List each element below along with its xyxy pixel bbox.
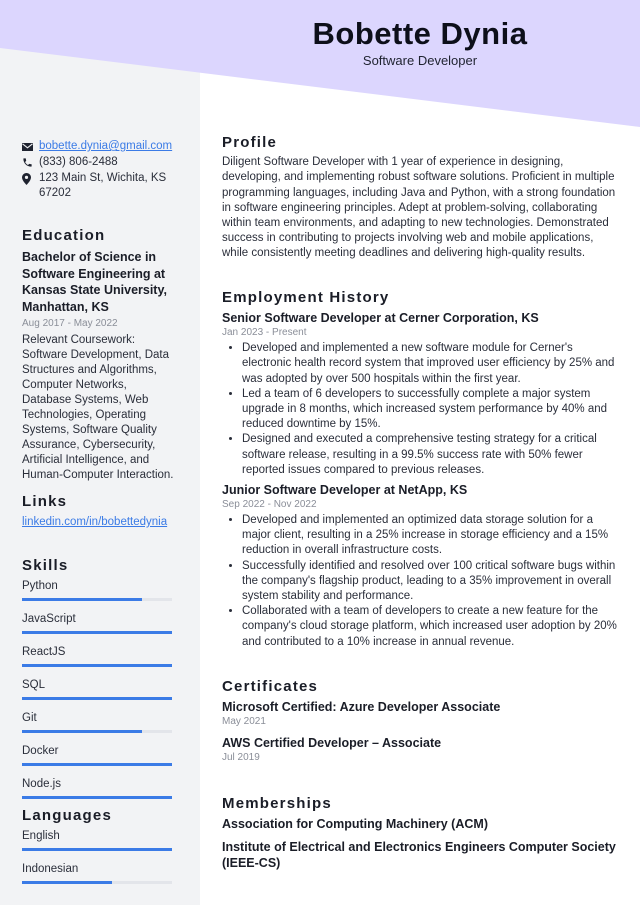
skill-item: Node.js: [22, 777, 177, 799]
job-entry-dates: Jan 2023 - Present: [222, 327, 307, 339]
education-degree: Bachelor of Science in Software Engineer…: [22, 250, 167, 314]
contact-section: bobette.dynia@gmail.com (833) 806-2488 1…: [22, 139, 177, 202]
job-bullet: Developed and implemented a new software…: [242, 341, 617, 387]
contact-email: bobette.dynia@gmail.com: [22, 139, 177, 154]
skill-level-fill: [22, 631, 172, 634]
skill-level-bar: [22, 598, 172, 601]
education-heading: Education: [22, 227, 106, 244]
education-description: Relevant Coursework: Software Developmen…: [22, 334, 174, 481]
languages-heading: Languages: [22, 807, 112, 824]
skill-name: Node.js: [22, 778, 61, 790]
job-entry-title: Senior Software Developer at Cerner Corp…: [222, 311, 539, 326]
certificates-heading: Certificates: [222, 678, 319, 695]
language-item: English: [22, 829, 177, 851]
skill-name: Docker: [22, 745, 59, 757]
phone-icon: [22, 155, 39, 170]
address: 123 Main St, Wichita, KS 67202: [39, 172, 167, 199]
education-section: Education Bachelor of Science in Softwar…: [22, 228, 177, 483]
skill-level-fill: [22, 697, 172, 700]
job-bullet: Designed and executed a comprehensive te…: [242, 432, 617, 478]
job-entry: Junior Software Developer at NetApp, KS …: [222, 482, 617, 650]
job-entry-bullets: Developed and implemented a new software…: [222, 341, 617, 478]
job-bullet: Collaborated with a team of developers t…: [242, 604, 617, 650]
employment-heading: Employment History: [222, 289, 390, 306]
links-heading: Links: [22, 493, 68, 510]
language-level-bar: [22, 848, 172, 851]
skill-level-fill: [22, 730, 142, 733]
job-bullet: Developed and implemented an optimized d…: [242, 513, 617, 559]
memberships-heading: Memberships: [222, 795, 332, 812]
profile-text: Diligent Software Developer with 1 year …: [222, 156, 616, 260]
skill-name: JavaScript: [22, 613, 76, 625]
skill-item: SQL: [22, 678, 177, 700]
certificate-item: Microsoft Certified: Azure Developer Ass…: [222, 699, 617, 729]
certificate-name: Microsoft Certified: Azure Developer Ass…: [222, 700, 501, 715]
skill-level-bar: [22, 697, 172, 700]
skill-name: SQL: [22, 679, 46, 691]
contact-address: 123 Main St, Wichita, KS 67202: [22, 171, 177, 201]
skill-level-fill: [22, 763, 172, 766]
employment-section: Employment History Senior Software Devel…: [222, 290, 617, 650]
skill-item: Git: [22, 711, 177, 733]
skill-item: Python: [22, 579, 177, 601]
job-entry-title: Junior Software Developer at NetApp, KS: [222, 483, 468, 498]
skill-item: JavaScript: [22, 612, 177, 634]
job-entry-bullets: Developed and implemented an optimized d…: [222, 513, 617, 650]
profile-section: Profile Diligent Software Developer with…: [222, 135, 617, 262]
skill-name: ReactJS: [22, 646, 66, 658]
language-level-fill: [22, 848, 172, 851]
language-level-fill: [22, 881, 112, 884]
skills-section: Skills Python JavaScript ReactJS SQL Git Dock…: [22, 558, 177, 810]
skill-level-bar: [22, 796, 172, 799]
profile-heading: Profile: [222, 134, 278, 151]
certificate-date: Jul 2019: [222, 752, 260, 764]
envelope-icon: [22, 139, 39, 154]
job-title: Software Developer: [362, 53, 478, 68]
membership-item: Institute of Electrical and Electronics …: [222, 840, 616, 871]
skill-level-bar: [22, 730, 172, 733]
skill-level-bar: [22, 631, 172, 634]
job-bullet: Led a team of 6 developers to successful…: [242, 387, 617, 433]
membership-item: Association for Computing Machinery (ACM…: [222, 817, 488, 832]
skill-level-bar: [22, 763, 172, 766]
languages-section: Languages English Indonesian: [22, 808, 177, 895]
language-name: Indonesian: [22, 863, 79, 875]
skill-item: Docker: [22, 744, 177, 766]
language-level-bar: [22, 881, 172, 884]
certificates-section: Certificates Microsoft Certified: Azure …: [222, 679, 617, 771]
skills-heading: Skills: [22, 557, 69, 574]
email-link[interactable]: bobette.dynia@gmail.com: [39, 139, 172, 154]
skill-name: Git: [22, 712, 37, 724]
candidate-name: Bobette Dynia: [312, 16, 528, 51]
skills-list: Python JavaScript ReactJS SQL Git Docker Node.…: [22, 579, 177, 799]
language-item: Indonesian: [22, 862, 177, 884]
map-pin-icon: [22, 171, 39, 186]
job-entry-dates: Sep 2022 - Nov 2022: [222, 499, 317, 511]
memberships-section: Memberships Association for Computing Ma…: [222, 796, 617, 878]
languages-list: English Indonesian: [22, 829, 177, 884]
links-section: Links linkedin.com/in/bobettedynia: [22, 494, 177, 530]
certificate-name: AWS Certified Developer – Associate: [222, 736, 442, 751]
skill-level-fill: [22, 664, 172, 667]
skill-level-fill: [22, 598, 142, 601]
education-dates: Aug 2017 - May 2022: [22, 318, 118, 329]
certificate-item: AWS Certified Developer – Associate Jul …: [222, 735, 617, 765]
job-entry: Senior Software Developer at Cerner Corp…: [222, 310, 617, 478]
phone-number: (833) 806-2488: [39, 156, 118, 168]
skill-name: Python: [22, 580, 58, 592]
skill-level-fill: [22, 796, 172, 799]
linkedin-link[interactable]: linkedin.com/in/bobettedynia: [22, 516, 167, 528]
skill-level-bar: [22, 664, 172, 667]
skill-item: ReactJS: [22, 645, 177, 667]
language-name: English: [22, 830, 60, 842]
certificate-date: May 2021: [222, 716, 266, 728]
contact-phone: (833) 806-2488: [22, 155, 177, 170]
job-bullet: Successfully identified and resolved ove…: [242, 559, 617, 605]
